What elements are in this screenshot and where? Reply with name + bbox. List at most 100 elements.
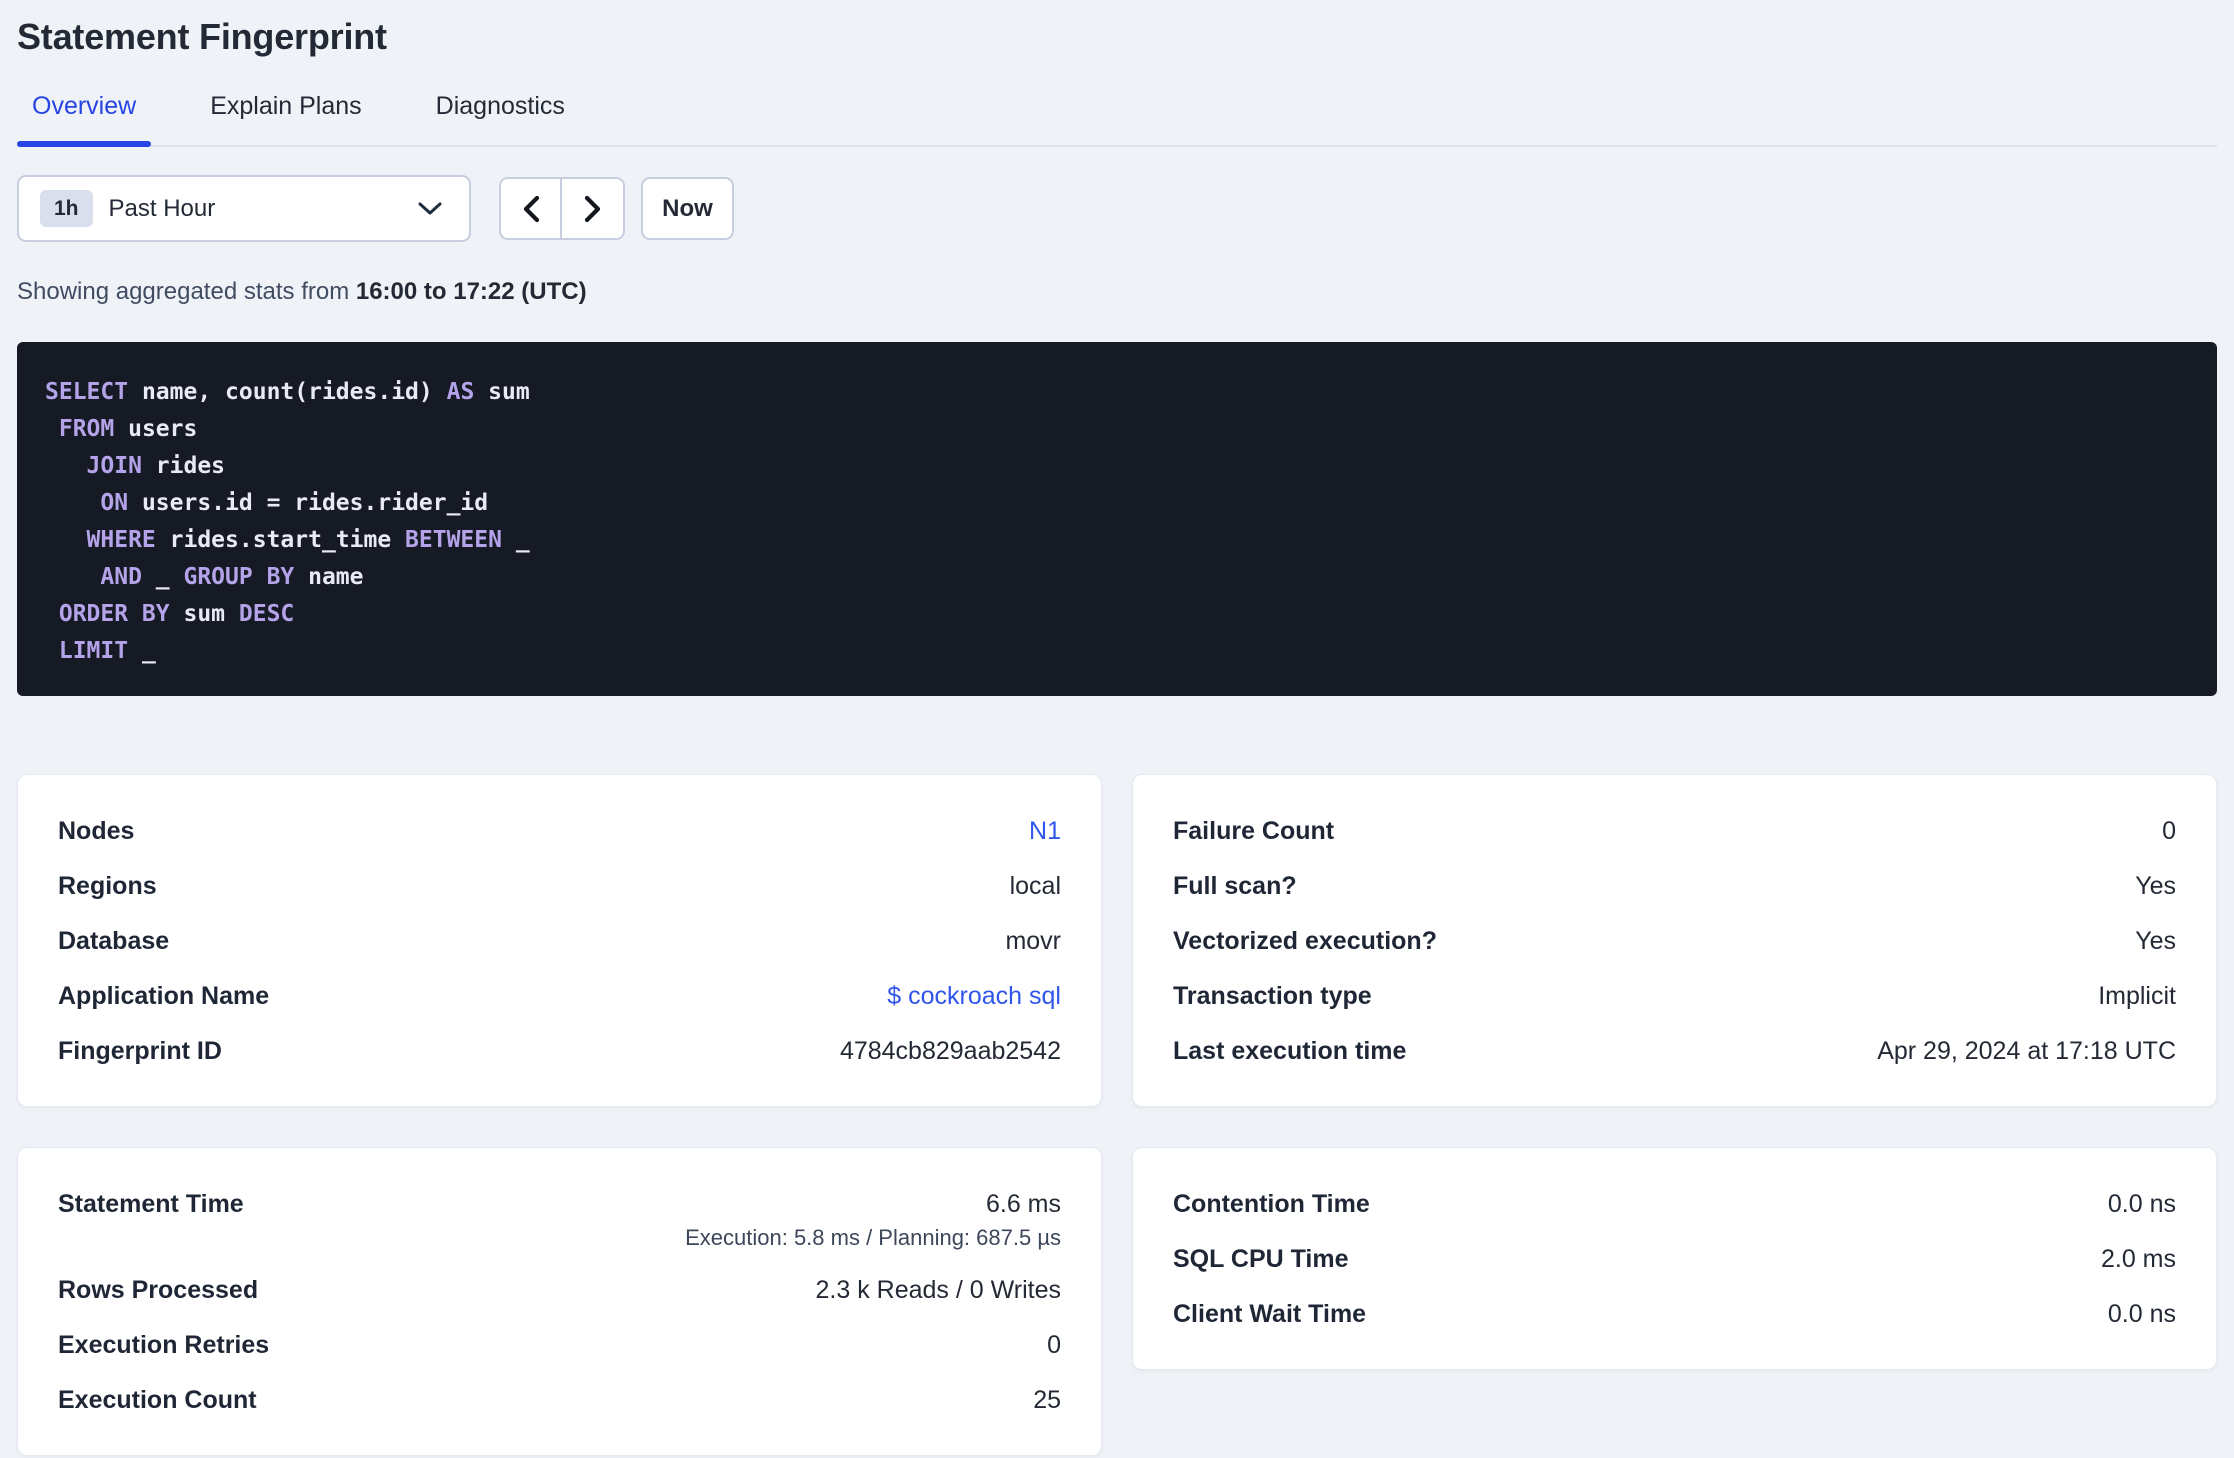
stat-label: SQL CPU Time (1173, 1245, 1349, 1273)
stat-value-group: Yes (2135, 872, 2176, 901)
sql-identifier: name, count(rides.id) (128, 379, 447, 405)
statement-fingerprint-page: Statement Fingerprint Overview Explain P… (0, 0, 2234, 1456)
sql-identifier: users.id = rides.rider_id (128, 490, 489, 516)
sql-line: ON users.id = rides.rider_id (45, 485, 2189, 522)
card-time-stats: Contention Time 0.0 ns SQL CPU Time 2.0 ms C… (1132, 1147, 2217, 1370)
sql-identifier: users (114, 416, 198, 442)
stat-row: Rows Processed 2.3 k Reads / 0 Writes (58, 1276, 1061, 1305)
stat-value: Implicit (2098, 982, 2176, 1010)
stat-value: 6.6 ms (985, 1190, 1061, 1218)
time-step-buttons (499, 177, 625, 240)
sql-identifier: rides (141, 453, 226, 479)
sql-keyword: GROUP BY (183, 564, 295, 590)
time-range-label: Past Hour (108, 194, 216, 222)
sql-keyword: AS (446, 379, 475, 405)
stat-value-group: 6.6 ms Execution: 5.8 ms / Planning: 687.… (685, 1190, 1061, 1250)
stat-value: Apr 29, 2024 at 17:18 UTC (1877, 1037, 2176, 1065)
stat-row: Execution Retries 0 (58, 1331, 1061, 1360)
stat-row: Transaction type Implicit (1173, 982, 2176, 1011)
sql-identifier: _ (141, 564, 184, 590)
stat-value-group: Apr 29, 2024 at 17:18 UTC (1877, 1037, 2176, 1066)
stat-value: local (1009, 872, 1061, 900)
stat-row: Regions local (58, 872, 1061, 901)
stat-row: Full scan? Yes (1173, 872, 2176, 901)
stat-value-group: Implicit (2098, 982, 2176, 1011)
next-interval-button[interactable] (562, 179, 623, 238)
stat-label: Execution Retries (58, 1331, 270, 1359)
stat-value: 0.0 ns (2107, 1190, 2176, 1218)
stat-label: Nodes (58, 817, 135, 845)
tab-diagnostics[interactable]: Diagnostics (421, 92, 580, 145)
stat-value-group: 0 (2162, 817, 2176, 846)
card-statement-details: Nodes N1 Regions local Database movr Applicati… (17, 774, 1102, 1107)
stat-row: Contention Time 0.0 ns (1173, 1190, 2176, 1219)
sql-keyword: ON (45, 490, 129, 516)
sql-identifier: sum (169, 601, 239, 627)
stat-row: Database movr (58, 927, 1061, 956)
time-range-dropdown[interactable]: 1h Past Hour (17, 175, 471, 242)
stat-value-group: Yes (2135, 927, 2176, 956)
stat-row: Application Name $ cockroach sql (58, 982, 1061, 1011)
stat-row: Vectorized execution? Yes (1173, 927, 2176, 956)
sql-keyword: JOIN (45, 453, 142, 479)
stat-row: Client Wait Time 0.0 ns (1173, 1300, 2176, 1329)
chevron-left-icon (520, 195, 542, 223)
stat-row: Execution Count 25 (58, 1386, 1061, 1415)
stat-value-group: N1 (1029, 817, 1061, 846)
sql-identifier: _ (128, 638, 156, 664)
sql-line: SELECT name, count(rides.id) AS sum (45, 374, 2189, 411)
sql-keyword: DESC (238, 601, 295, 627)
sql-keyword: ORDER BY (45, 601, 170, 627)
stat-value: Yes (2135, 927, 2176, 955)
tab-explain-plans[interactable]: Explain Plans (195, 92, 376, 145)
stat-value: 2.0 ms (2100, 1245, 2176, 1273)
now-button[interactable]: Now (641, 177, 734, 240)
sql-keyword: WHERE (45, 527, 156, 553)
sql-identifier: sum (474, 379, 530, 405)
stat-label: Vectorized execution? (1173, 927, 1437, 955)
stat-label: Client Wait Time (1173, 1300, 1367, 1328)
aggregated-stats-note: Showing aggregated stats from 16:00 to 1… (17, 278, 2217, 306)
time-toolbar: 1h Past Hour Now (17, 175, 2217, 242)
stat-row: Statement Time 6.6 ms Execution: 5.8 ms / … (58, 1190, 1061, 1250)
sql-keyword: BETWEEN (405, 527, 502, 553)
card-execution-stats: Statement Time 6.6 ms Execution: 5.8 ms / … (17, 1147, 1102, 1456)
tab-overview[interactable]: Overview (17, 92, 152, 147)
stat-label: Failure Count (1173, 817, 1335, 845)
stat-label: Fingerprint ID (58, 1037, 222, 1065)
stat-row: Failure Count 0 (1173, 817, 2176, 846)
tab-bar: Overview Explain Plans Diagnostics (17, 92, 2217, 147)
chevron-down-icon (417, 201, 443, 216)
stat-value-group: local (1010, 872, 1061, 901)
prev-interval-button[interactable] (501, 179, 562, 238)
stat-label: Execution Count (58, 1386, 257, 1414)
sql-line: LIMIT _ (45, 633, 2189, 670)
aggregated-stats-prefix: Showing aggregated stats from (17, 278, 356, 305)
stat-value-group: 2.3 k Reads / 0 Writes (816, 1276, 1061, 1305)
stat-value-group: 2.0 ms (2101, 1245, 2176, 1274)
sql-keyword: SELECT (45, 379, 129, 405)
sql-keyword: AND (45, 564, 142, 590)
stat-value-link[interactable]: N1 (1029, 817, 1061, 846)
stat-label: Database (58, 927, 170, 955)
stat-value-group: movr (1005, 927, 1061, 956)
stat-value-group: $ cockroach sql (887, 982, 1061, 1011)
stat-value-group: 0 (1047, 1331, 1061, 1360)
stat-value-link[interactable]: $ cockroach sql (887, 982, 1061, 1011)
stat-label: Statement Time (58, 1190, 244, 1218)
sql-identifier: _ (501, 527, 530, 553)
cards-row-details: Nodes N1 Regions local Database movr Applicati… (17, 774, 2217, 1107)
stat-label: Full scan? (1173, 872, 1297, 900)
sql-line: FROM users (45, 411, 2189, 448)
stat-value-group: 0.0 ns (2108, 1190, 2176, 1219)
stat-value: 4784cb829aab2542 (839, 1037, 1061, 1065)
stat-label: Contention Time (1173, 1190, 1370, 1218)
cards-row-stats: Statement Time 6.6 ms Execution: 5.8 ms / … (17, 1147, 2217, 1456)
stat-label: Rows Processed (58, 1276, 259, 1304)
time-range-badge: 1h (40, 190, 93, 227)
stat-subvalue: Execution: 5.8 ms / Planning: 687.5 µs (685, 1225, 1061, 1250)
stat-value: 0.0 ns (2107, 1300, 2176, 1328)
sql-line: WHERE rides.start_time BETWEEN _ (45, 522, 2189, 559)
chevron-right-icon (582, 195, 604, 223)
stat-value: 0 (2162, 817, 2176, 845)
